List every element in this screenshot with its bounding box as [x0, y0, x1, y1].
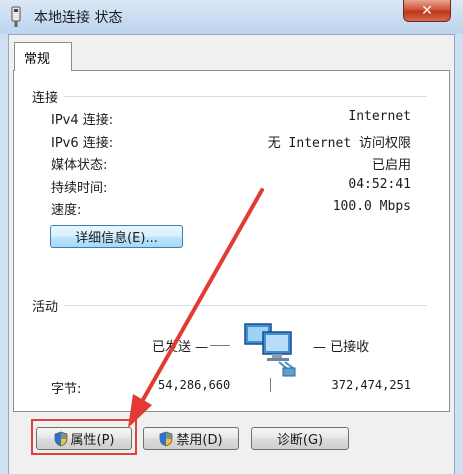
- annotation-arrow: [128, 188, 264, 428]
- status-window: 本地连接 状态 ✕ 常规 连接 IPv4 连接: Internet IPv6 连…: [0, 0, 463, 474]
- tab-general[interactable]: 常规: [14, 42, 72, 71]
